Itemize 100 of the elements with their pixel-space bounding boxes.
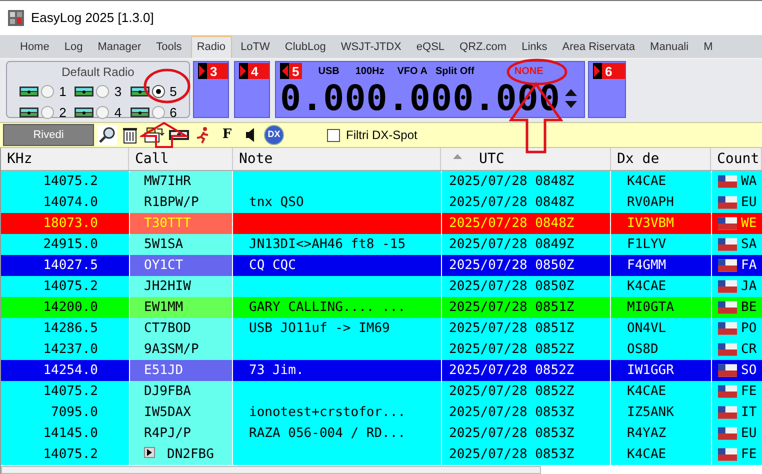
table-cell-text: IZ5ANK bbox=[626, 404, 675, 422]
radio-button[interactable] bbox=[96, 106, 110, 119]
radio-button[interactable] bbox=[96, 85, 110, 98]
search-icon[interactable] bbox=[97, 125, 117, 145]
table-cell-text: 14075.2 bbox=[42, 446, 99, 464]
annotation-circle bbox=[506, 58, 568, 86]
table-row[interactable]: 14074.0 R1BPW/P tnx QSO 2025/07/28 0848Z RV0APH EU bbox=[1, 192, 762, 213]
menu-tab[interactable]: LoTW bbox=[234, 36, 276, 58]
column-header[interactable]: UTC bbox=[441, 148, 611, 170]
table-cell: tnx QSO bbox=[249, 195, 304, 210]
radio-label: 3 bbox=[114, 83, 122, 101]
flag-icon bbox=[718, 364, 737, 377]
menu-tab[interactable]: Manager bbox=[92, 36, 148, 58]
table-row[interactable]: 14254.0 E51JD 73 Jim. 2025/07/28 0852Z IW1GGR SO bbox=[1, 360, 762, 381]
table-row[interactable]: 14286.5 CT7BOD USB JO11uf -> IM69 2025/07/28 0851Z ON4VL PO bbox=[1, 318, 762, 339]
table-cell-text: OY1CT bbox=[144, 257, 184, 275]
table-cell-text: 24915.0 bbox=[42, 236, 99, 254]
radio-number-badge: 5 bbox=[280, 63, 302, 79]
table-cell-text: CR bbox=[740, 341, 757, 359]
table-cell-text: DJ9FBA bbox=[144, 383, 191, 401]
table-row[interactable]: 24915.0 5W1SA JN13DI<>AH46 ft8 -15 2025/07/28 0849Z F1LYV SA bbox=[1, 234, 762, 255]
annotation-circle bbox=[143, 68, 191, 104]
table-row[interactable]: 14237.0 9A3SM/P 2025/07/28 0852Z OS8D CR bbox=[1, 339, 762, 360]
table-cell-text: FA bbox=[740, 257, 757, 275]
table-cell-text: JH2HIW bbox=[144, 278, 191, 296]
menu-tab[interactable]: Links bbox=[516, 36, 554, 58]
table-cell-text: F4GMM bbox=[626, 257, 668, 275]
f-button[interactable]: F bbox=[216, 124, 238, 146]
menu-tab[interactable]: Manuali bbox=[644, 36, 695, 58]
table-cell-text: 7095.0 bbox=[50, 404, 99, 422]
flag-icon bbox=[718, 196, 737, 209]
dx-button[interactable]: DX bbox=[264, 125, 284, 145]
table-cell-text: 14286.5 bbox=[42, 320, 99, 338]
flag-icon bbox=[718, 427, 737, 440]
table-cell-text: 14075.2 bbox=[42, 278, 99, 296]
radio-button[interactable] bbox=[41, 85, 54, 98]
menu-tab[interactable]: Area Riservata bbox=[556, 36, 642, 58]
table-cell-text: R4YAZ bbox=[626, 425, 668, 443]
menu-tab[interactable]: Radio bbox=[190, 36, 232, 58]
flag-icon bbox=[718, 280, 737, 293]
flag-icon bbox=[718, 385, 737, 398]
table-row[interactable]: 14075.2 MW7IHR 2025/07/28 0848Z K4CAE WA bbox=[1, 171, 762, 192]
radio-device-icon bbox=[74, 86, 94, 98]
menu-tab[interactable]: M bbox=[698, 36, 719, 58]
column-header[interactable]: Note bbox=[233, 148, 441, 170]
table-cell: RAZA 056-004 / RD... bbox=[249, 426, 406, 441]
menu-tab[interactable]: Home bbox=[14, 36, 56, 58]
radio-number-badge: 4 bbox=[239, 63, 269, 79]
table-row[interactable]: 14145.0 R4PJ/P RAZA 056-004 / RD... 2025/07/28 0853Z R4YAZ EU bbox=[1, 423, 762, 444]
export-icon[interactable] bbox=[143, 125, 165, 145]
table-row[interactable]: 7095.0 IW5DAX ionotest+crstofor... 2025/07/28 0853Z IZ5ANK IT bbox=[1, 402, 762, 423]
table-row[interactable]: 18073.0 T30TTT 2025/07/28 0848Z IV3VBM WE bbox=[1, 213, 762, 234]
table-cell-text: EW1MM bbox=[144, 299, 184, 317]
table-cell-text: 14074.0 bbox=[42, 194, 99, 212]
menu-tab[interactable]: QRZ.com bbox=[454, 36, 513, 58]
radio-label: 2 bbox=[59, 104, 66, 122]
table-cell-text: IW5DAX bbox=[144, 404, 191, 422]
scrollbar[interactable] bbox=[1, 466, 541, 474]
table-cell-text: 5W1SA bbox=[144, 236, 184, 254]
vfo-label: VFO A bbox=[397, 64, 428, 78]
column-header[interactable]: Dx de bbox=[611, 148, 711, 170]
table-cell-text: JA bbox=[740, 278, 757, 296]
radio-button[interactable] bbox=[152, 106, 165, 119]
flag-icon bbox=[718, 301, 737, 314]
table-row[interactable]: 14075.2 JH2HIW 2025/07/28 0850Z K4CAE JA bbox=[1, 276, 762, 297]
menu-tab[interactable]: Log bbox=[58, 36, 89, 58]
table-row[interactable]: 14027.5 OY1CT CQ CQC 2025/07/28 0850Z F4GMM FA bbox=[1, 255, 762, 276]
table-cell-text: SO bbox=[740, 362, 757, 380]
table-cell-text: IT bbox=[740, 404, 757, 422]
flag-icon bbox=[718, 448, 737, 461]
column-header[interactable]: Call bbox=[129, 148, 233, 170]
column-header[interactable]: Count bbox=[711, 148, 762, 170]
table-row[interactable]: 14200.0 EW1MM GARY CALLING.... ... 2025/07/28 0851Z MI0GTA BE bbox=[1, 297, 762, 318]
menu-tab[interactable]: Tools bbox=[150, 36, 188, 58]
table-cell-text: RV0APH bbox=[626, 194, 675, 212]
radio-button[interactable] bbox=[152, 85, 165, 98]
table-cell: JN13DI<>AH46 ft8 -15 bbox=[249, 237, 406, 252]
menu-tab[interactable]: eQSL bbox=[410, 36, 451, 58]
play-button[interactable] bbox=[144, 446, 155, 458]
flag-icon bbox=[718, 322, 737, 335]
table-cell-text: K4CAE bbox=[626, 278, 668, 296]
radio-number-badge: 3 bbox=[198, 63, 228, 79]
review-button[interactable]: Rivedi bbox=[3, 124, 94, 146]
radio-button[interactable] bbox=[41, 106, 54, 119]
table-cell-text: K4CAE bbox=[626, 383, 668, 401]
up-down-arrows-icon[interactable] bbox=[564, 88, 578, 110]
mode-label: USB bbox=[318, 64, 340, 78]
menu-tab[interactable]: ClubLog bbox=[278, 36, 332, 58]
table-cell-text: 18073.0 bbox=[42, 215, 99, 233]
table-cell-text: R1BPW/P bbox=[144, 194, 199, 212]
play-icon bbox=[147, 448, 152, 456]
table-row[interactable]: 14075.2 DN2FBG 2025/07/28 0853Z K4CAE FE bbox=[1, 444, 762, 465]
table-cell-text: MI0GTA bbox=[626, 299, 675, 317]
table-row[interactable]: 14075.2 DJ9FBA 2025/07/28 0852Z K4CAE FE bbox=[1, 381, 762, 402]
table-cell-text: CT7BOD bbox=[144, 320, 191, 338]
column-header[interactable]: KHz bbox=[1, 148, 129, 170]
radio-label: 6 bbox=[170, 104, 177, 122]
filter-checkbox[interactable] bbox=[327, 128, 340, 142]
menu-tab[interactable]: WSJT-JTDX bbox=[334, 36, 408, 58]
trash-icon[interactable] bbox=[120, 125, 140, 145]
